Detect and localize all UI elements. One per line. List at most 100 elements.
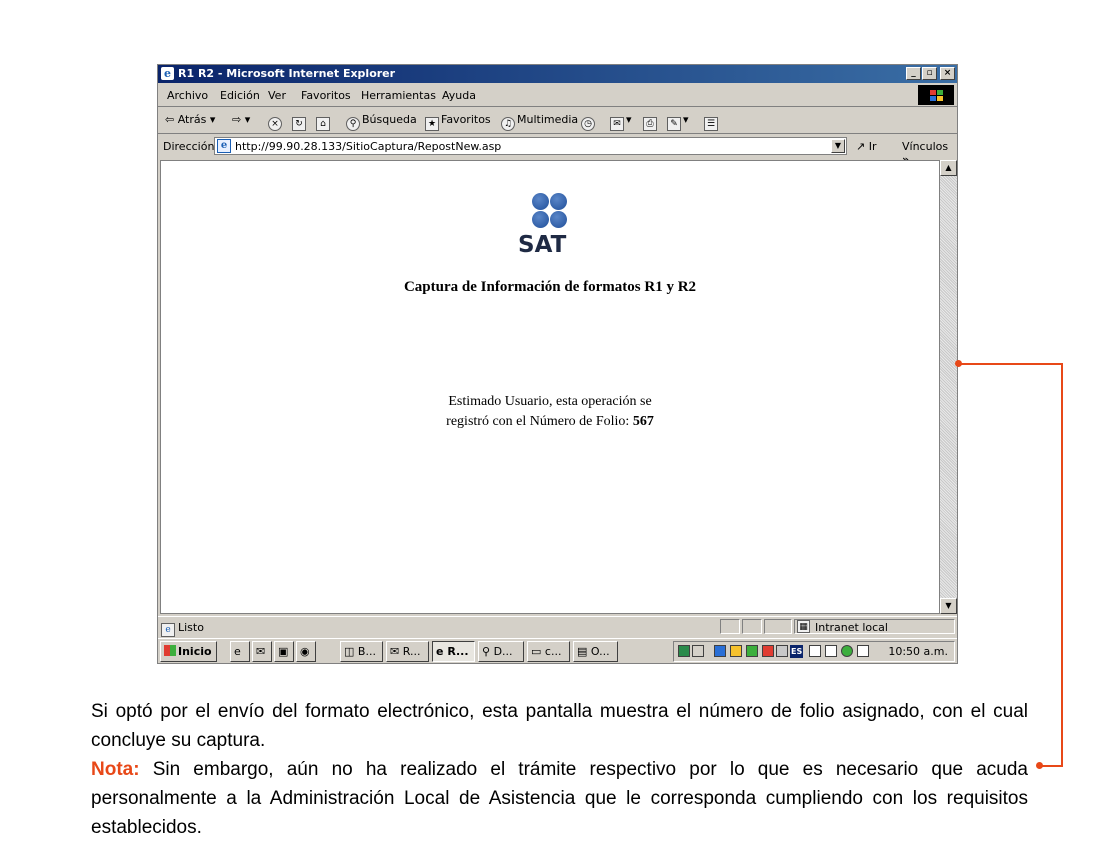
scroll-down-icon[interactable]: ▼ [940, 598, 957, 614]
task-icon: ◫ [344, 645, 355, 658]
go-arrow-icon: ↗ [856, 140, 866, 153]
intranet-zone-icon: ▦ [797, 620, 810, 633]
forward-button[interactable]: ⇨ ▾ [232, 113, 250, 126]
stop-button[interactable]: × [268, 113, 284, 131]
message-line-1: Estimado Usuario, esta operación se [448, 394, 652, 409]
tray-icon[interactable] [746, 645, 758, 657]
quicklaunch-ie-icon[interactable]: e [230, 641, 250, 662]
folder-icon: ▭ [531, 645, 542, 658]
back-arrow-icon: ⇦ [165, 113, 175, 126]
status-panel [720, 619, 740, 634]
status-panel [742, 619, 762, 634]
tray-icon[interactable] [825, 645, 837, 657]
ie-icon: e [436, 645, 444, 658]
zone-text: Intranet local [815, 621, 888, 634]
mail-button[interactable]: ✉ ▾ [610, 113, 632, 131]
note-text: Sin embargo, aún no ha realizado el trám… [91, 759, 1028, 838]
callout-line [1061, 364, 1063, 766]
menu-bar: Archivo Edición Ver Favoritos Herramient… [158, 84, 957, 107]
status-text: Listo [178, 621, 204, 634]
home-icon: ⌂ [316, 117, 330, 131]
history-button[interactable]: ◷ [581, 113, 597, 131]
refresh-button[interactable]: ↻ [292, 113, 308, 131]
home-button[interactable]: ⌂ [316, 113, 332, 131]
menu-ayuda[interactable]: Ayuda [442, 89, 476, 102]
multimedia-button[interactable]: ♫ Multimedia [501, 113, 578, 131]
page-title: Captura de Información de formatos R1 y … [403, 279, 697, 295]
start-button[interactable]: Inicio [160, 641, 217, 662]
discuss-button[interactable]: ☰ [704, 113, 720, 131]
address-input[interactable]: e http://99.90.28.133/SitioCaptura/Repos… [214, 137, 847, 155]
task-button-6[interactable]: ▤ O... [573, 641, 618, 662]
network-icon[interactable] [776, 645, 788, 657]
multimedia-label: Multimedia [517, 113, 579, 126]
document-icon: ▤ [577, 645, 588, 658]
scroll-up-icon[interactable]: ▲ [940, 160, 957, 176]
tray-icon[interactable] [678, 645, 690, 657]
windows-logo-icon [918, 85, 954, 105]
close-button[interactable]: × [940, 67, 955, 80]
discuss-icon: ☰ [704, 117, 718, 131]
tray-icon[interactable] [730, 645, 742, 657]
search-icon: ⚲ [482, 645, 491, 658]
tray-icon[interactable] [762, 645, 774, 657]
quicklaunch-media-icon[interactable]: ◉ [296, 641, 316, 662]
menu-archivo[interactable]: Archivo [167, 89, 208, 102]
zone-panel: ▦ Intranet local [794, 619, 955, 634]
address-bar: Dirección e http://99.90.28.133/SitioCap… [158, 134, 957, 166]
task-button-4[interactable]: ⚲ D... [478, 641, 524, 662]
stop-icon: × [268, 117, 282, 131]
menu-edicion[interactable]: Edición [220, 89, 260, 102]
volume-icon[interactable] [692, 645, 704, 657]
mail-icon[interactable] [857, 645, 869, 657]
system-tray: ES 10:50 a.m. [673, 641, 955, 662]
print-button[interactable]: ⎙ [643, 113, 659, 131]
search-button[interactable]: ⚲ Búsqueda [346, 113, 417, 131]
favorites-icon: ★ [425, 117, 439, 131]
callout-line [958, 363, 1063, 365]
menu-herramientas[interactable]: Herramientas [361, 89, 436, 102]
maximize-button[interactable]: ▫ [922, 67, 937, 80]
edit-button[interactable]: ✎ ▾ [667, 113, 689, 131]
taskbar: Inicio e ✉ ▣ ◉ ◫ B... ✉ R... e R... ⚲ D.… [158, 638, 957, 664]
window-titlebar[interactable]: e R1 R2 - Microsoft Internet Explorer _ … [158, 65, 957, 83]
task-button-5[interactable]: ▭ c... [527, 641, 570, 662]
tray-icon[interactable] [714, 645, 726, 657]
favorites-button[interactable]: ★ Favoritos [425, 113, 491, 131]
page-icon: e [217, 139, 231, 153]
status-page-icon: e [161, 619, 175, 637]
multimedia-icon: ♫ [501, 117, 515, 131]
tray-icon[interactable] [809, 645, 821, 657]
standard-toolbar: ⇦ Atrás ▾ ⇨ ▾ × ↻ ⌂ ⚲ Búsqueda ★ Favoritos… [158, 107, 957, 134]
callout-dot [955, 360, 962, 367]
quicklaunch-desktop-icon[interactable]: ▣ [274, 641, 294, 662]
note-label: Nota: [91, 759, 140, 780]
task-button-3[interactable]: e R... [432, 641, 475, 662]
go-button[interactable]: ↗ Ir [856, 140, 877, 153]
callout-line [1040, 765, 1063, 767]
minimize-button[interactable]: _ [906, 67, 921, 80]
address-dropdown-icon[interactable]: ▼ [831, 139, 845, 153]
refresh-icon: ↻ [292, 117, 306, 131]
page-content: SAT Captura de Información de formatos R… [160, 160, 940, 614]
back-button[interactable]: ⇦ Atrás ▾ [165, 113, 215, 126]
sat-logo: SAT [487, 191, 617, 261]
mail-icon: ✉ [390, 645, 400, 658]
task-button-2[interactable]: ✉ R... [386, 641, 429, 662]
quicklaunch-outlook-icon[interactable]: ✉ [252, 641, 272, 662]
menu-ver[interactable]: Ver [268, 89, 286, 102]
vertical-scrollbar[interactable]: ▲ ▼ [940, 160, 957, 614]
description-paragraph: Si optó por el envío del formato electró… [91, 701, 1028, 751]
edit-icon: ✎ [667, 117, 681, 131]
address-label: Dirección [163, 140, 215, 153]
window-title: R1 R2 - Microsoft Internet Explorer [178, 67, 396, 80]
status-bar: e Listo ▦ Intranet local [158, 616, 957, 637]
menu-favoritos[interactable]: Favoritos [301, 89, 351, 102]
tray-icon[interactable] [841, 645, 853, 657]
history-icon: ◷ [581, 117, 595, 131]
links-label: Vínculos [902, 140, 949, 153]
language-indicator[interactable]: ES [790, 645, 804, 658]
favorites-label: Favoritos [441, 113, 491, 126]
go-label: Ir [868, 140, 877, 153]
task-button-1[interactable]: ◫ B... [340, 641, 383, 662]
